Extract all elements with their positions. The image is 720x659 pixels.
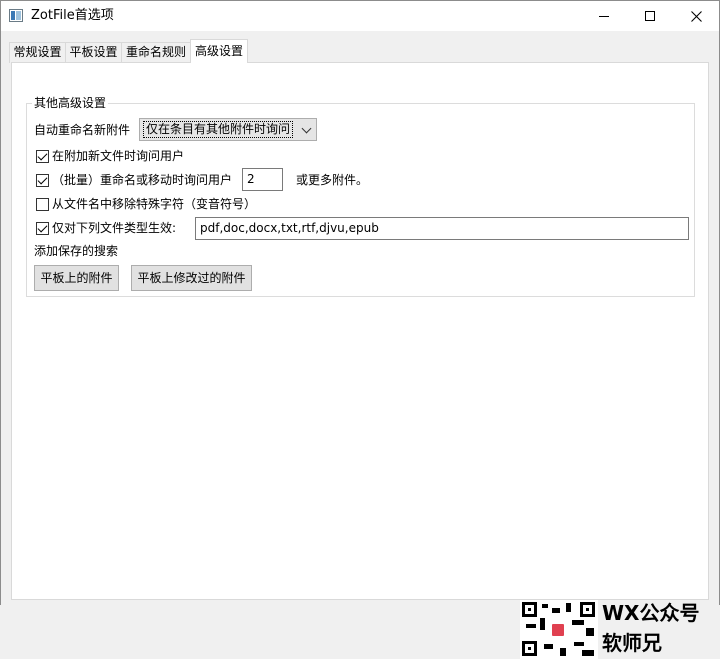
- saved-searches-label: 添加保存的搜索: [34, 244, 119, 258]
- batch-rename-label: （批量）重命名或移动时询问用户: [52, 173, 233, 187]
- tablet-attachments-button[interactable]: 平板上的附件: [34, 265, 119, 291]
- qr-logo-icon: [550, 622, 566, 638]
- auto-rename-selected-value: 仅在条目有其他附件时询问: [143, 121, 294, 138]
- file-types-label: 仅对下列文件类型生效:: [52, 221, 177, 235]
- file-types-input[interactable]: pdf,doc,docx,txt,rtf,djvu,epub: [195, 217, 689, 240]
- qr-module: [542, 604, 548, 608]
- remove-special-chars-checkbox[interactable]: [36, 198, 49, 211]
- qr-module: [526, 624, 536, 628]
- file-types-checkbox[interactable]: [36, 222, 49, 235]
- qr-finder-bottom-left: [522, 641, 537, 656]
- window-title: ZotFile首选项: [31, 8, 114, 23]
- auto-rename-select[interactable]: 仅在条目有其他附件时询问: [139, 118, 317, 141]
- qr-code-image: [520, 600, 598, 659]
- qr-module: [544, 644, 553, 649]
- qr-finder-top-right: [580, 602, 595, 617]
- tab-rename-rules[interactable]: 重命名规则: [121, 42, 191, 63]
- qr-module: [572, 620, 584, 625]
- batch-rename-suffix: 或更多附件。: [296, 173, 369, 187]
- tab-advanced[interactable]: 高级设置: [190, 39, 248, 63]
- qr-module: [574, 642, 584, 646]
- remove-special-chars-label: 从文件名中移除特殊字符（变音符号）: [52, 197, 257, 211]
- advanced-settings-panel: 其他高级设置 自动重命名新附件 仅在条目有其他附件时询问 在附加新文件时询问用户…: [11, 62, 709, 600]
- qr-module: [586, 628, 594, 636]
- qr-module: [540, 618, 545, 630]
- watermark-line2: 软师兄: [602, 631, 662, 655]
- ask-on-attach-checkbox[interactable]: [36, 150, 49, 163]
- qr-module: [566, 603, 571, 612]
- title-bar[interactable]: ZotFile首选项: [1, 1, 719, 31]
- maximize-icon: [645, 11, 655, 21]
- app-icon: [9, 9, 23, 22]
- auto-rename-label: 自动重命名新附件: [34, 123, 131, 137]
- close-button[interactable]: [673, 1, 719, 31]
- chevron-down-icon: [301, 123, 312, 134]
- watermark-line1: WX公众号: [602, 601, 700, 625]
- tab-general[interactable]: 常规设置: [9, 42, 66, 63]
- qr-finder-top-left: [522, 602, 537, 617]
- tablet-modified-attachments-button[interactable]: 平板上修改过的附件: [131, 265, 252, 291]
- tab-bar: 常规设置 平板设置 重命名规则 高级设置: [9, 39, 709, 63]
- watermark: WX公众号 软师兄: [520, 600, 720, 659]
- qr-module: [552, 608, 560, 613]
- tab-tablet[interactable]: 平板设置: [65, 42, 122, 63]
- batch-rename-checkbox[interactable]: [36, 174, 49, 187]
- batch-count-input[interactable]: 2: [242, 168, 283, 191]
- group-title: 其他高级设置: [32, 96, 109, 110]
- maximize-button[interactable]: [627, 1, 673, 31]
- preferences-window: ZotFile首选项 常规设置 平板设置 重命名规则 高级设置 其他高级设置 自…: [0, 0, 720, 605]
- qr-module: [582, 650, 594, 656]
- ask-on-attach-label: 在附加新文件时询问用户: [52, 149, 185, 163]
- minimize-icon: [599, 15, 609, 17]
- qr-module: [560, 648, 566, 656]
- close-icon: [690, 10, 702, 22]
- minimize-button[interactable]: [581, 1, 627, 31]
